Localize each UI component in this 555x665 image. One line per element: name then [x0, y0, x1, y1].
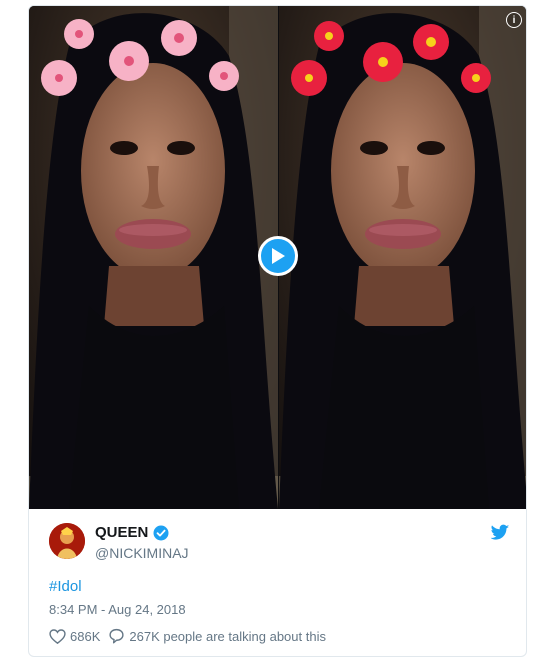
twitter-bird-icon[interactable]: [490, 524, 510, 542]
reply-bubble-icon: [109, 628, 124, 644]
video-media[interactable]: i: [29, 6, 526, 509]
info-icon[interactable]: i: [506, 12, 522, 28]
tweet-actions: 686K 267K people are talking about this: [49, 628, 326, 644]
author-handle[interactable]: @NICKIMINAJ: [95, 545, 189, 561]
conversation-link[interactable]: 267K people are talking about this: [108, 628, 326, 644]
author-name-row[interactable]: QUEEN: [95, 524, 169, 541]
embedded-tweet-card: i QUEEN @NICKIMINAJ #Idol 8:34 PM - Aug …: [28, 5, 527, 657]
video-frame-left: [29, 6, 278, 509]
display-name[interactable]: QUEEN: [95, 524, 148, 541]
play-icon: [272, 248, 285, 264]
talking-count: 267K people are talking about this: [129, 628, 326, 644]
like-button[interactable]: 686K: [49, 629, 100, 644]
avatar[interactable]: [49, 523, 85, 559]
heart-icon: [49, 628, 66, 644]
like-count: 686K: [70, 628, 101, 644]
hashtag-link[interactable]: #Idol: [49, 578, 82, 595]
verified-badge-icon: [153, 525, 169, 540]
play-button[interactable]: [258, 236, 298, 276]
tweet-body: QUEEN @NICKIMINAJ #Idol 8:34 PM - Aug 24…: [29, 509, 526, 656]
tweet-timestamp[interactable]: 8:34 PM - Aug 24, 2018: [49, 602, 186, 617]
video-frame-right: [279, 6, 526, 509]
